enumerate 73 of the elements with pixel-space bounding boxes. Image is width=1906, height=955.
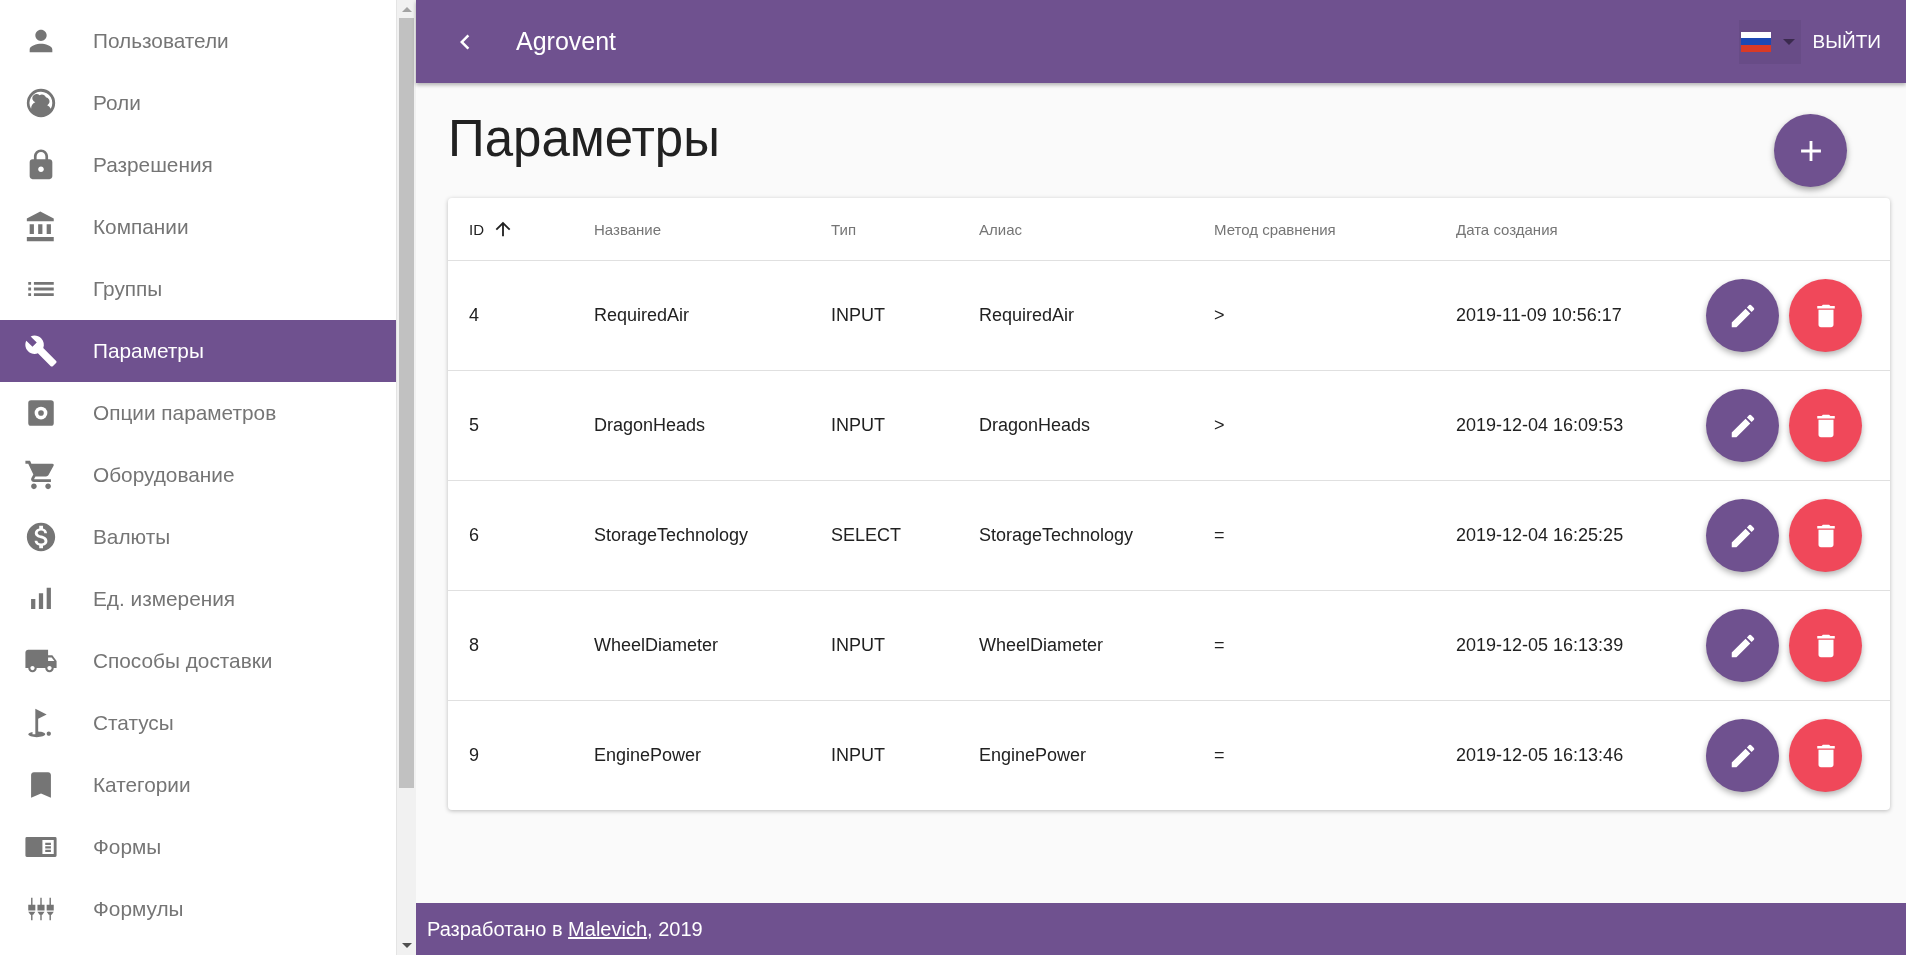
table-cell-text: > <box>1214 305 1226 326</box>
table-cell-text: WheelDiameter <box>594 635 720 656</box>
page-title: Параметры <box>448 111 720 169</box>
edit-button[interactable] <box>1706 499 1779 572</box>
delete-button[interactable] <box>1789 499 1862 572</box>
sidebar-item[interactable]: Статусы <box>0 692 396 754</box>
caret-icon <box>1782 38 1795 45</box>
table-cell-text: EnginePower <box>979 745 1088 766</box>
column-header[interactable]: Тип <box>831 220 979 238</box>
sidebar-item[interactable]: Формы <box>0 816 396 878</box>
table-cell-text: INPUT <box>831 305 886 326</box>
russian-flag-icon <box>1740 31 1771 52</box>
table-cell-text: > <box>1214 415 1226 436</box>
table-cell-text: EnginePower <box>594 745 703 766</box>
table-cell-text: INPUT <box>831 745 886 766</box>
delete-button[interactable] <box>1789 609 1862 682</box>
sidebar-item[interactable]: Опции параметров <box>0 382 396 444</box>
sidebar-item[interactable]: Категории <box>0 754 396 816</box>
add-button[interactable] <box>1774 114 1847 187</box>
table-cell-text: 2019-12-04 16:25:25 <box>1456 525 1625 546</box>
table-cell-text: 9 <box>469 745 480 766</box>
sidebar-item[interactable]: Способы доставки <box>0 630 396 692</box>
delete-button[interactable] <box>1789 279 1862 352</box>
table-cell-text: RequiredAir <box>979 305 1076 326</box>
sidebar-item[interactable]: Роли <box>0 72 396 134</box>
table-cell-text: = <box>1214 745 1226 766</box>
table-cell-text: 8 <box>469 635 480 656</box>
edit-button[interactable] <box>1706 389 1779 462</box>
edit-button[interactable] <box>1706 279 1779 352</box>
table-cell-text: 5 <box>469 415 480 436</box>
footer-text: Разработано в Malevich, 2019 <box>427 917 703 941</box>
table-cell-text: INPUT <box>831 415 886 436</box>
table-cell-text: DragonHeads <box>979 415 1092 436</box>
dollar-icon <box>24 520 58 554</box>
table-cell-text: StorageTechnology <box>594 525 750 546</box>
sidebar-item[interactable]: Компании <box>0 196 396 258</box>
table-cell-text: StorageTechnology <box>979 525 1135 546</box>
edit-button[interactable] <box>1706 719 1779 792</box>
sidebar-item[interactable]: Группы <box>0 258 396 320</box>
table-cell-text: 6 <box>469 525 480 546</box>
column-header[interactable]: Название <box>594 220 831 238</box>
table-cell-text: 2019-11-09 10:56:17 <box>1456 305 1623 326</box>
table-cell-text: DragonHeads <box>594 415 707 436</box>
language-select[interactable] <box>1738 19 1801 64</box>
table-cell-text: SELECT <box>831 525 903 546</box>
table-cell-text: = <box>1214 525 1226 546</box>
app-title: Agrovent <box>516 27 617 56</box>
sidebar-item[interactable]: Оборудование <box>0 444 396 506</box>
table-cell-text: = <box>1214 635 1226 656</box>
column-header[interactable]: Метод сравнения <box>1214 220 1456 238</box>
sidebar-item[interactable]: Разрешения <box>0 134 396 196</box>
table-cell-text: INPUT <box>831 635 886 656</box>
table-cell-text: 4 <box>469 305 480 326</box>
table-cell-text: WheelDiameter <box>979 635 1105 656</box>
delete-button[interactable] <box>1789 389 1862 462</box>
table-cell-text: 2019-12-05 16:13:46 <box>1456 745 1625 766</box>
sidebar-item[interactable]: Параметры <box>0 320 396 382</box>
edit-button[interactable] <box>1706 609 1779 682</box>
table-cell-text: 2019-12-04 16:09:53 <box>1456 415 1625 436</box>
column-header[interactable]: Алиас <box>979 220 1214 238</box>
sidebar-item[interactable]: Пользователи <box>0 10 396 72</box>
column-header[interactable]: Дата создания <box>1456 220 1862 238</box>
sidebar-item[interactable]: Валюты <box>0 506 396 568</box>
delete-button[interactable] <box>1789 719 1862 792</box>
footer-link[interactable]: Malevich <box>568 917 647 940</box>
logout-button[interactable]: ВЫЙТИ <box>1812 22 1881 61</box>
column-header[interactable]: ID <box>469 218 594 240</box>
wrench-icon <box>24 334 58 368</box>
table-cell-text: RequiredAir <box>594 305 691 326</box>
sidebar-item[interactable]: Ед. измерения <box>0 568 396 630</box>
table-cell-text: 2019-12-05 16:13:39 <box>1456 635 1625 656</box>
sidebar-item[interactable]: Формулы <box>0 878 396 940</box>
scrollbar-thumb[interactable] <box>399 18 414 788</box>
